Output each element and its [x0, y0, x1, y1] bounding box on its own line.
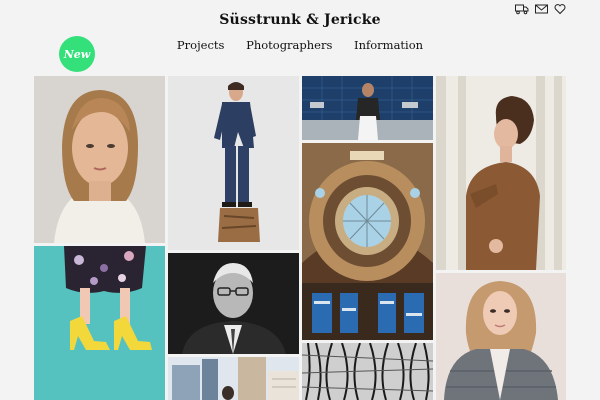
yellow-shoes-tile[interactable]: [34, 246, 165, 400]
nav-information[interactable]: Information: [354, 38, 423, 52]
chef-kitchen-tile[interactable]: [302, 76, 433, 140]
woman-puffer-jacket-tile[interactable]: [436, 273, 566, 400]
site-title[interactable]: Süsstrunk & Jericke: [0, 12, 600, 28]
main-nav: Projects Photographers Information: [0, 38, 600, 52]
man-in-suit-tile[interactable]: [168, 76, 299, 250]
truck-icon[interactable]: [515, 3, 529, 15]
bw-portrait-man-tile[interactable]: [168, 253, 299, 354]
heart-icon[interactable]: [554, 3, 566, 15]
nav-photographers[interactable]: Photographers: [246, 38, 332, 52]
city-buildings-tile[interactable]: [168, 357, 299, 400]
bw-texture-tile[interactable]: [302, 343, 433, 400]
portrait-woman-tile[interactable]: [34, 76, 165, 243]
woman-profile-tile[interactable]: [436, 76, 566, 270]
header-icons: [515, 3, 566, 15]
nav-projects[interactable]: Projects: [177, 38, 225, 52]
library-dome-tile[interactable]: [302, 143, 433, 340]
mail-icon[interactable]: [535, 3, 548, 15]
